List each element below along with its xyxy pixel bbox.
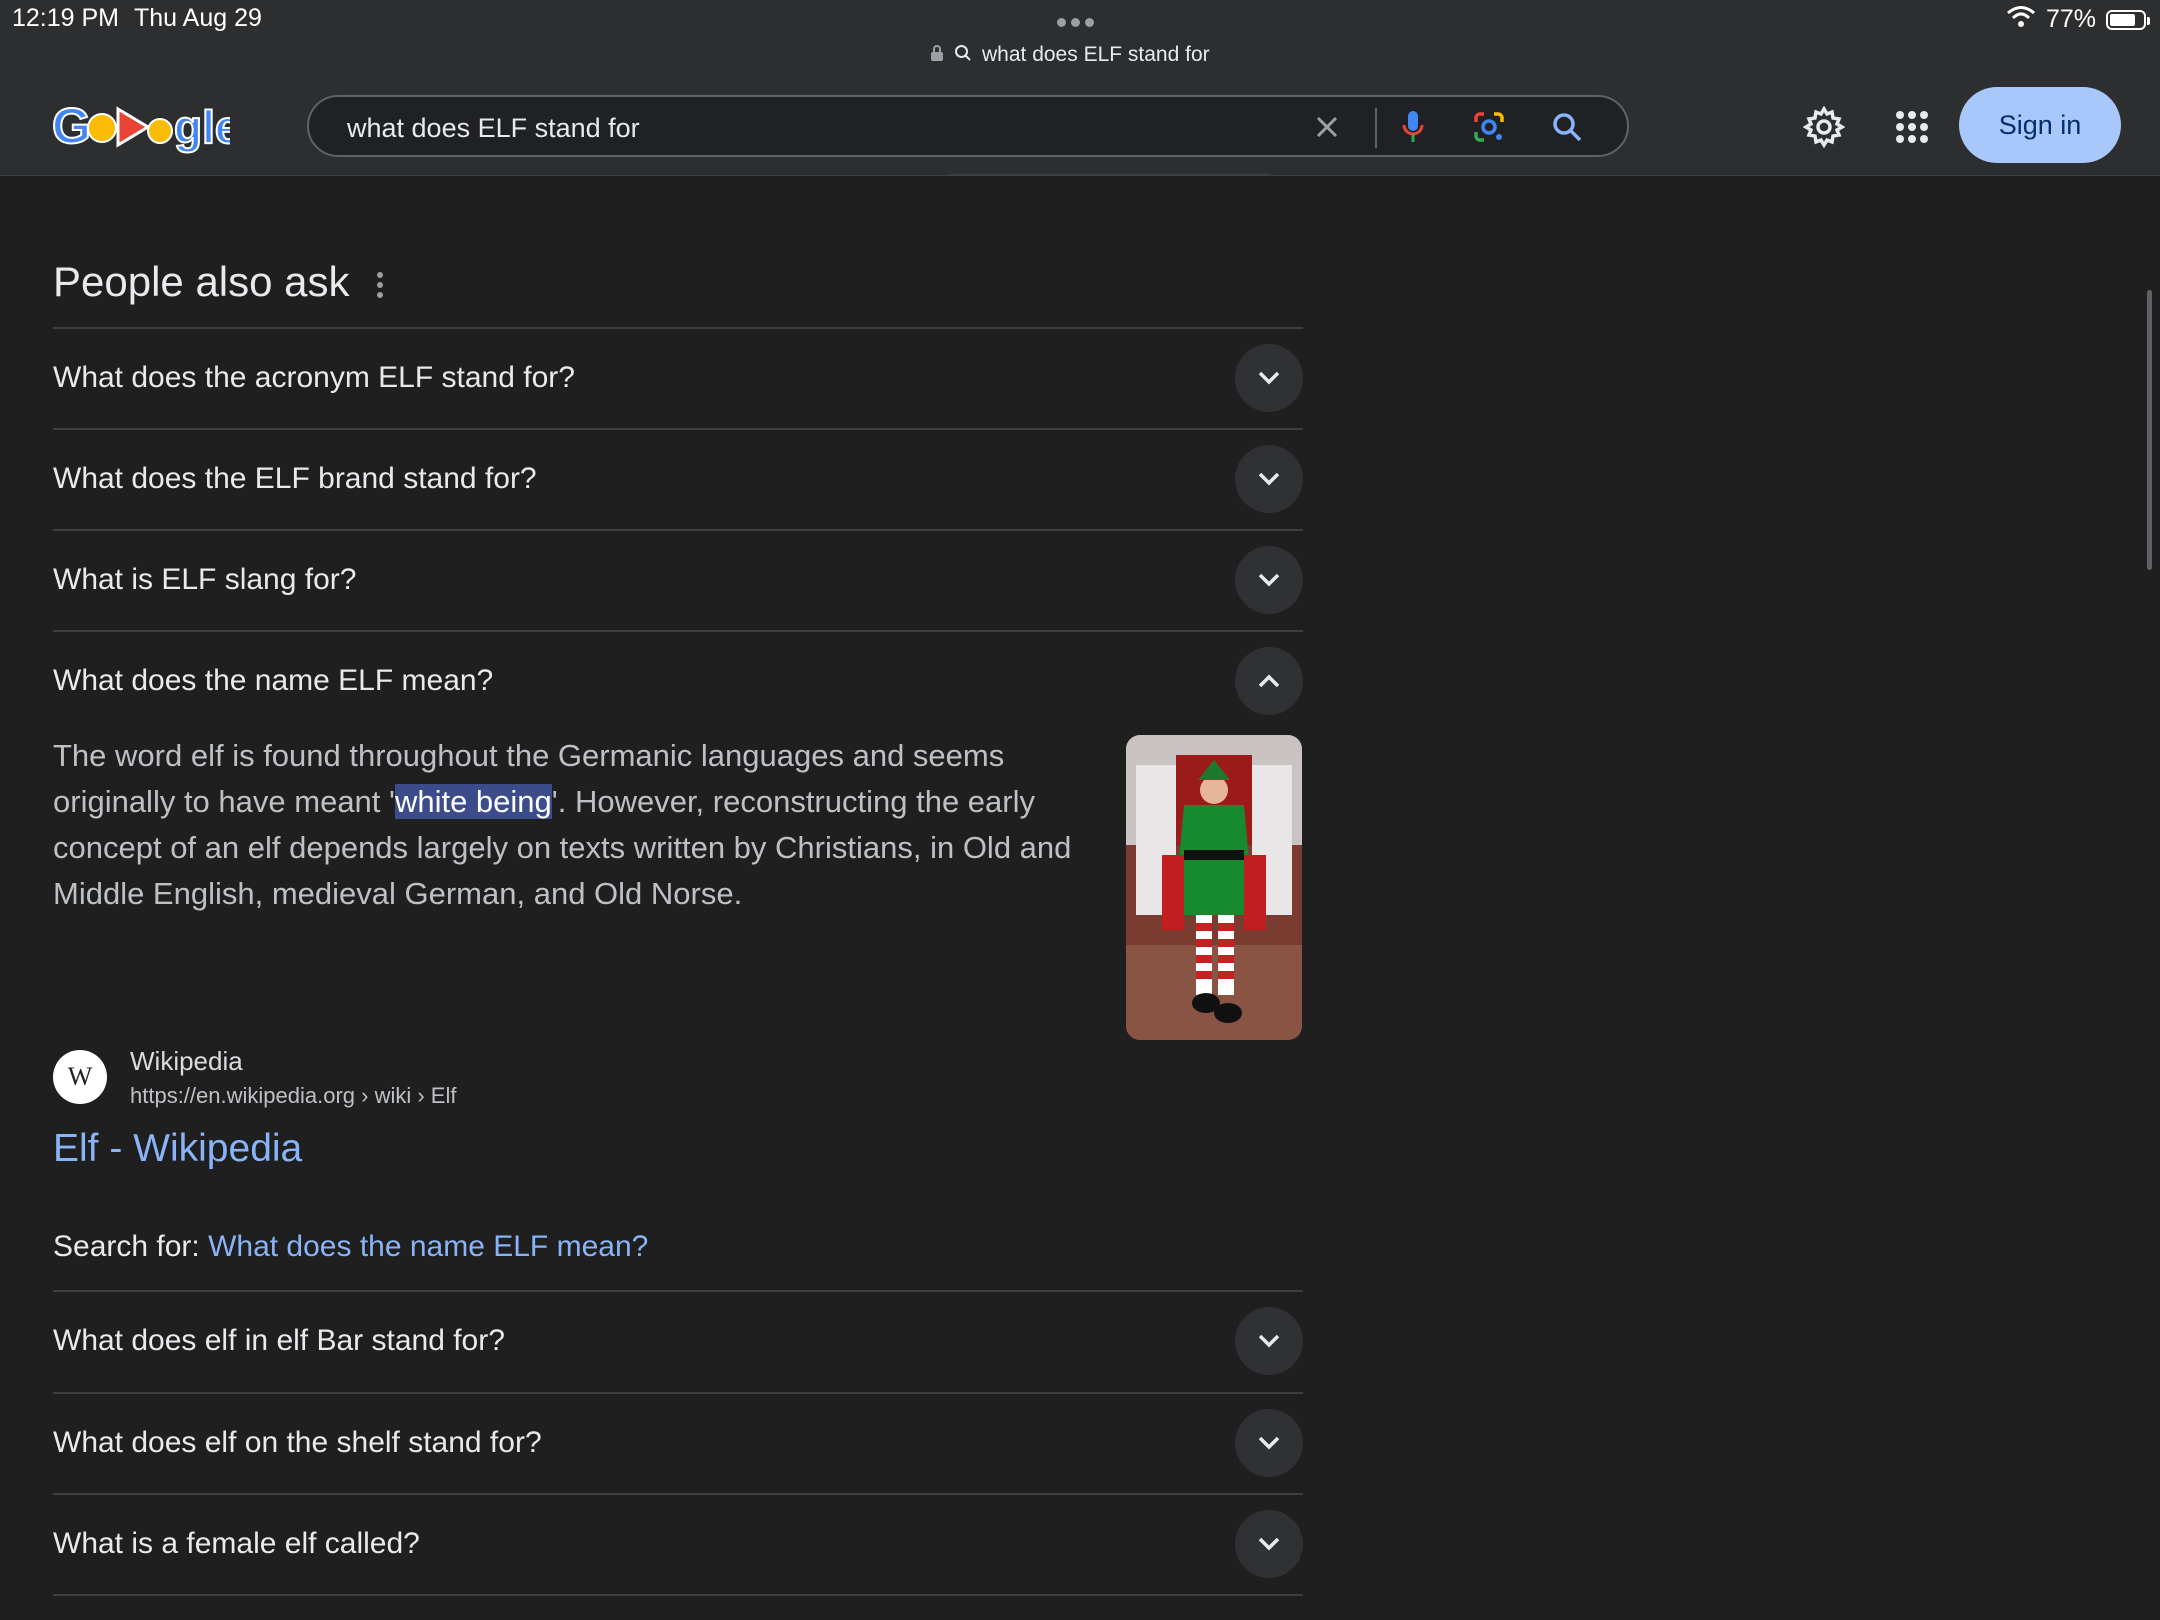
battery-icon xyxy=(2106,9,2150,30)
chevron-down-icon[interactable] xyxy=(1235,344,1303,412)
source-result-link[interactable]: Elf - Wikipedia xyxy=(53,1127,302,1171)
search-for-line: Search for: What does the name ELF mean? xyxy=(53,1230,648,1264)
address-bar[interactable]: what does ELF stand for xyxy=(930,40,1230,70)
svg-text:gle: gle xyxy=(174,101,230,153)
search-for-label: Search for: xyxy=(53,1230,200,1263)
wikipedia-favicon-icon[interactable]: W xyxy=(53,1050,107,1104)
paa-question-expanded[interactable]: What does the name ELF mean? xyxy=(53,630,1303,731)
status-bar: 12:19 PM Thu Aug 29 what does ELF stand … xyxy=(0,0,2160,75)
paa-question-text: What does elf in elf Bar stand for? xyxy=(53,1324,505,1357)
paa-question[interactable]: What does elf in elf Bar stand for? xyxy=(53,1290,1303,1391)
search-for-link[interactable]: What does the name ELF mean? xyxy=(208,1230,648,1263)
page-scrollbar[interactable] xyxy=(2147,290,2152,570)
chevron-down-icon[interactable] xyxy=(1235,546,1303,614)
paa-list-bottom-divider xyxy=(53,1594,1303,1620)
paa-question[interactable]: What does the acronym ELF stand for? xyxy=(53,327,1303,428)
status-date: Thu Aug 29 xyxy=(134,4,262,32)
elf-costume-thumbnail[interactable] xyxy=(1126,735,1302,1040)
chevron-down-icon[interactable] xyxy=(1235,1409,1303,1477)
answer-highlight: white being xyxy=(394,784,552,819)
search-box[interactable]: what does ELF stand for xyxy=(307,95,1629,157)
paa-question[interactable]: What does the ELF brand stand for? xyxy=(53,428,1303,529)
paa-question-text: What does the ELF brand stand for? xyxy=(53,462,537,495)
battery-percent: 77% xyxy=(2045,5,2096,33)
search-icon[interactable] xyxy=(1549,109,1585,145)
paa-answer-text: The word elf is found throughout the Ger… xyxy=(53,738,1072,911)
wifi-icon xyxy=(2006,5,2036,34)
source-url[interactable]: https://en.wikipedia.org › wiki › Elf xyxy=(130,1083,456,1109)
multitasking-dots-icon[interactable] xyxy=(1057,14,1103,27)
chevron-down-icon[interactable] xyxy=(1235,1510,1303,1578)
google-doodle-logo[interactable]: G gle xyxy=(50,95,241,157)
svg-text:G: G xyxy=(52,98,91,154)
lock-icon xyxy=(930,44,944,67)
people-also-ask-title: People also ask xyxy=(53,258,350,305)
paa-question-text: What is a female elf called? xyxy=(53,1527,420,1560)
chevron-down-icon[interactable] xyxy=(1235,1307,1303,1375)
chevron-up-icon[interactable] xyxy=(1235,647,1303,715)
chevron-down-icon[interactable] xyxy=(1235,445,1303,513)
svg-text:W: W xyxy=(68,1065,93,1089)
search-header: G gle what does ELF stand for Sign in xyxy=(0,75,2160,176)
search-box-divider xyxy=(1375,108,1377,148)
clear-search-icon[interactable] xyxy=(1309,109,1345,145)
paa-question[interactable]: What is a female elf called? xyxy=(53,1493,1303,1594)
address-bar-text: what does ELF stand for xyxy=(982,43,1210,66)
source-site-name[interactable]: Wikipedia xyxy=(130,1046,243,1077)
divider xyxy=(950,174,1270,176)
paa-question[interactable]: What is ELF slang for? xyxy=(53,529,1303,630)
settings-gear-icon[interactable] xyxy=(1800,103,1848,151)
google-apps-grid-icon[interactable] xyxy=(1888,103,1936,151)
paa-question-text: What does the acronym ELF stand for? xyxy=(53,361,575,394)
paa-question-text: What is ELF slang for? xyxy=(53,563,357,596)
paa-question-text: What does the name ELF mean? xyxy=(53,664,494,697)
search-icon xyxy=(954,44,972,67)
more-options-icon[interactable] xyxy=(372,272,388,302)
paa-question-text: What does elf on the shelf stand for? xyxy=(53,1426,542,1459)
google-lens-icon[interactable] xyxy=(1471,109,1507,145)
status-time: 12:19 PM xyxy=(12,4,120,32)
microphone-icon[interactable] xyxy=(1395,109,1431,145)
paa-question[interactable]: What does elf on the shelf stand for? xyxy=(53,1392,1303,1493)
search-input[interactable]: what does ELF stand for xyxy=(347,113,640,144)
sign-in-button[interactable]: Sign in xyxy=(1959,87,2121,163)
